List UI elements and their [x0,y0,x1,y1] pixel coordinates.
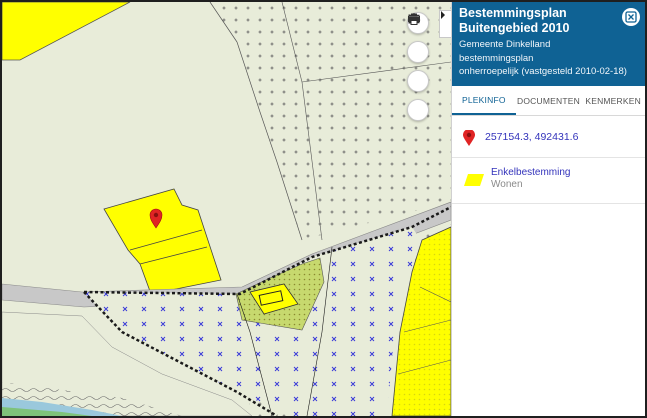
app-frame: Bestemmingsplan Buitengebied 2010 Gemeen… [0,0,647,418]
legend-button[interactable] [407,14,429,92]
municipality: Gemeente Dinkelland [459,39,551,50]
map-canvas[interactable] [2,2,451,416]
measure-button[interactable] [407,16,429,63]
close-icon [625,11,637,23]
panel-collapse-button[interactable] [439,10,451,38]
legend-category[interactable]: Enkelbestemming [491,167,570,179]
location-row: 257154.3, 492431.6 [452,116,645,158]
tab-kenmerken[interactable]: KENMERKEN [581,86,645,115]
map-viewer[interactable] [2,2,451,416]
map-pin-icon [463,130,475,146]
print-button[interactable] [407,13,429,121]
wonen-swatch-icon [464,174,484,186]
close-button[interactable] [622,8,640,26]
panel-tabs: PLEKINFO DOCUMENTEN KENMERKEN [452,86,645,116]
coordinates-link[interactable]: 257154.3, 492431.6 [485,131,578,143]
chevron-right-icon [441,11,445,19]
plan-details: Gemeente Dinkelland bestemmingsplan onhe… [459,38,627,79]
legend-value: Wonen [491,179,523,190]
tab-documenten[interactable]: DOCUMENTEN [516,86,582,115]
plan-status: onherroepelijk (vastgesteld 2010-02-18) [459,66,627,77]
tab-plekinfo[interactable]: PLEKINFO [452,86,516,115]
legend-row: Enkelbestemming Wonen [452,158,645,204]
info-panel: Bestemmingsplan Buitengebied 2010 Gemeen… [451,2,645,416]
map-toolbar [407,12,431,121]
plan-type: bestemmingsplan [459,52,534,64]
legend-text: Enkelbestemming Wonen [491,167,570,191]
plan-title: Bestemmingsplan Buitengebied 2010 [459,6,570,35]
panel-header: Bestemmingsplan Buitengebied 2010 Gemeen… [452,2,645,86]
printer-icon [408,13,420,25]
